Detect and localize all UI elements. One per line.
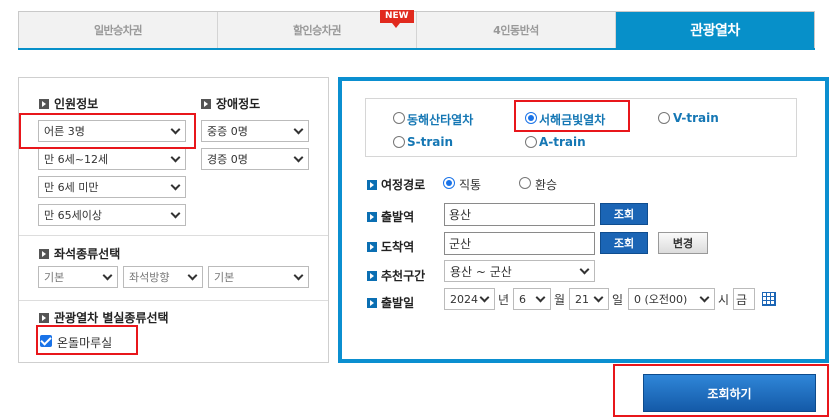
recommend-route-select[interactable]: 용산 ~ 군산 [444,260,595,282]
seat-type-title: 좌석종류선택 [39,245,120,262]
train-radio-strain[interactable] [393,136,405,148]
departure-label: 출발역 [367,208,414,225]
passenger-info-title: 인원정보 [39,95,98,112]
train-radio-vtrain[interactable] [658,112,670,124]
chevron-down-icon [579,264,590,275]
recommend-label: 추천구간 [367,267,425,284]
day-select[interactable]: 21 [569,288,609,310]
new-badge: NEW [380,10,414,28]
tab-tourist-train[interactable]: 관광열차 [616,12,814,48]
route-label: 여정경로 [367,176,425,193]
severe-disability-select[interactable]: 중증 0명 [201,120,309,142]
arrival-lookup-button[interactable]: 조회 [600,232,648,254]
bullet-icon [39,312,49,323]
train-label-strain: S-train [407,135,454,149]
month-unit: 월 [554,293,566,307]
swap-stations-button[interactable]: 변경 [658,232,708,254]
route-direct-radio[interactable] [443,177,455,189]
bullet-icon [39,98,49,109]
seat-type-select[interactable]: 기본 [38,266,118,288]
chevron-down-icon [102,270,113,281]
seat-extra-select[interactable]: 기본 [208,266,309,288]
child-select[interactable]: 만 6세~12세 [38,148,186,170]
chevron-down-icon [170,180,181,191]
tab-bar: 일반승차권 할인승차권 4인동반석 관광열차 [18,11,815,48]
day-unit: 일 [612,293,624,307]
hour-unit: 시 [718,293,730,307]
chevron-down-icon [170,208,181,219]
room-highlight [36,325,138,355]
senior-select[interactable]: 만 65세이상 [38,204,186,226]
bullet-icon [39,248,49,259]
weekday-field: 금 [733,288,755,310]
route-transfer-label: 환승 [535,178,558,192]
train-highlight [514,100,630,132]
tab-four-person-seat[interactable]: 4인동반석 [417,12,616,48]
seat-direction-select[interactable]: 좌석방향 [123,266,203,288]
train-label-donghae: 동해산타열차 [407,113,474,127]
date-label: 출발일 [367,294,414,311]
departure-lookup-button[interactable]: 조회 [600,203,648,225]
chevron-down-icon [699,292,710,303]
bullet-icon [367,297,377,308]
calendar-icon[interactable] [762,292,776,306]
bullet-icon [367,179,377,190]
chevron-down-icon [293,270,304,281]
train-label-atrain: A-train [539,135,586,149]
bullet-icon [201,98,211,109]
month-select[interactable]: 6 [513,288,551,310]
bullet-icon [367,241,377,252]
bullet-icon [367,211,377,222]
arrival-label: 도착역 [367,238,414,255]
departure-input[interactable]: 용산 [444,203,595,226]
route-direct-label: 직통 [459,178,482,192]
disability-title: 장애정도 [201,95,260,112]
year-select[interactable]: 2024 [444,288,495,310]
bullet-icon [367,270,377,281]
room-type-title: 관광열차 별실종류선택 [39,309,169,326]
chevron-down-icon [593,292,604,303]
tab-underline [18,48,815,50]
chevron-down-icon [187,270,198,281]
search-highlight [613,364,829,417]
train-radio-atrain[interactable] [525,136,537,148]
adult-highlight [19,113,196,149]
chevron-down-icon [293,124,304,135]
year-unit: 년 [498,293,510,307]
chevron-down-icon [535,292,546,303]
train-label-vtrain: V-train [673,111,719,125]
passenger-panel: 인원정보 장애정도 어른 3명 만 6세~12세 만 6세 미만 만 65세이상… [18,77,329,363]
chevron-down-icon [293,152,304,163]
train-radio-donghae[interactable] [393,112,405,124]
divider [19,235,328,236]
hour-select[interactable]: 0 (오전00) [628,288,715,310]
journey-panel: 동해산타열차 서해금빛열차 V-train S-train A-train 여정… [338,77,829,363]
chevron-down-icon [170,152,181,163]
infant-select[interactable]: 만 6세 미만 [38,176,186,198]
arrival-input[interactable]: 군산 [444,232,595,255]
tab-general-ticket[interactable]: 일반승차권 [19,12,218,48]
route-transfer-radio[interactable] [519,177,531,189]
divider [19,300,328,301]
mild-disability-select[interactable]: 경증 0명 [201,148,309,170]
chevron-down-icon [479,292,490,303]
